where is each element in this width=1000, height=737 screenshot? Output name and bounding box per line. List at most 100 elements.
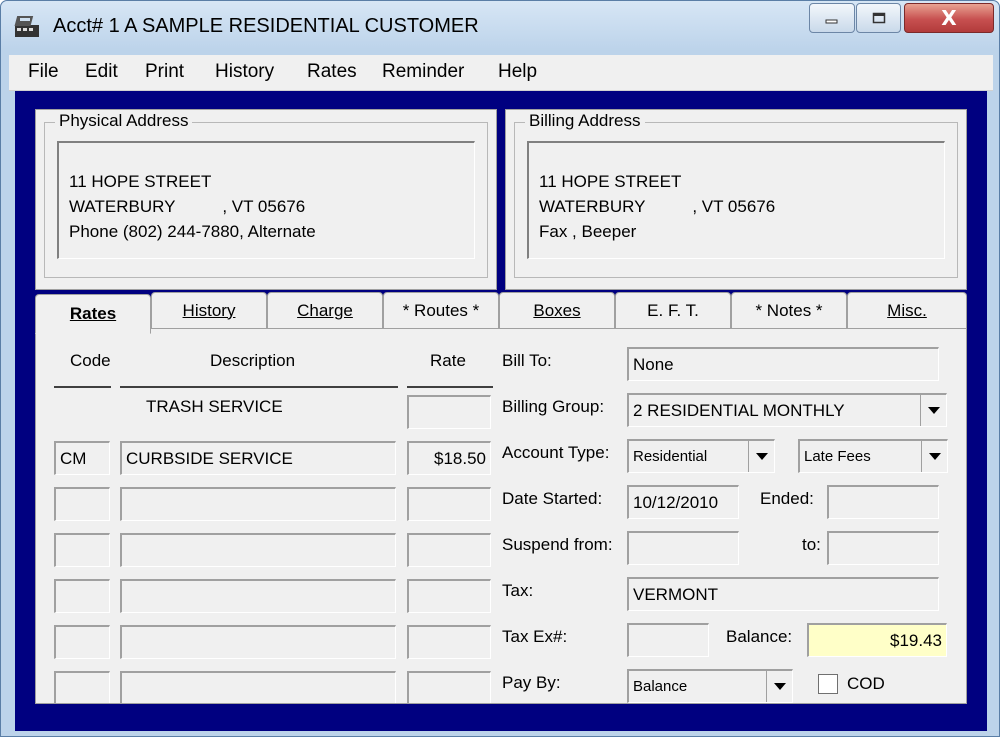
tab-eft-label: E. F. T.: [647, 300, 699, 320]
rate-row-4-description[interactable]: [120, 579, 396, 613]
main-window: Acct# 1 A SAMPLE RESIDENTIAL CUSTOMER X …: [0, 0, 1000, 737]
rate-row-6-description[interactable]: [120, 671, 396, 703]
rate-row-3-description[interactable]: [120, 533, 396, 567]
bottom-border: [15, 719, 987, 731]
pay-by-value: Balance: [633, 678, 688, 695]
rate-row-1-rate[interactable]: $18.50: [407, 441, 491, 475]
tab-charge-label: Charge: [297, 300, 353, 320]
tab-charge[interactable]: Charge: [267, 292, 383, 328]
tab-eft[interactable]: E. F. T.: [615, 292, 731, 328]
pay-by-label: Pay By:: [502, 673, 561, 692]
tab-misc[interactable]: Misc.: [847, 292, 967, 328]
close-icon: X: [941, 6, 957, 30]
rate-row-2-code[interactable]: [54, 487, 110, 521]
physical-address-line3: Phone (802) 244-7880, Alternate: [69, 222, 316, 241]
suspend-to-field[interactable]: [827, 531, 939, 565]
window-title: Acct# 1 A SAMPLE RESIDENTIAL CUSTOMER: [53, 15, 479, 37]
tab-boxes[interactable]: Boxes: [499, 292, 615, 328]
billing-address-box[interactable]: 11 HOPE STREET WATERBURY , VT 05676 Fax …: [527, 141, 945, 259]
balance-field[interactable]: $19.43: [807, 623, 947, 657]
pay-by-select[interactable]: Balance: [627, 669, 793, 703]
tab-notes[interactable]: * Notes *: [731, 292, 847, 328]
cod-label: COD: [847, 674, 885, 693]
minimize-icon: [825, 19, 838, 24]
physical-address-line2: WATERBURY , VT 05676: [69, 197, 306, 216]
rate-row-2-description[interactable]: [120, 487, 396, 521]
rate-header: Rate: [430, 351, 466, 370]
suspend-from-label: Suspend from:: [502, 535, 613, 554]
menu-help[interactable]: Help: [498, 61, 537, 83]
title-bar[interactable]: Acct# 1 A SAMPLE RESIDENTIAL CUSTOMER X: [1, 1, 999, 51]
chevron-down-icon[interactable]: [920, 395, 946, 426]
tax-field[interactable]: VERMONT: [627, 577, 939, 611]
menu-bar: File Edit Print History Rates Reminder H…: [9, 55, 993, 91]
minimize-button[interactable]: [809, 3, 855, 33]
tab-history-label: History: [182, 300, 236, 320]
billing-address-panel: Billing Address 11 HOPE STREET WATERBURY…: [505, 109, 967, 290]
code-header: Code: [70, 351, 111, 370]
menu-history[interactable]: History: [215, 61, 274, 83]
menu-file[interactable]: File: [28, 61, 59, 83]
menu-reminder[interactable]: Reminder: [382, 61, 464, 83]
section-rate-field[interactable]: [407, 395, 491, 429]
tab-rates-label: Rates: [69, 304, 117, 323]
menu-rates[interactable]: Rates: [307, 61, 357, 83]
ended-field[interactable]: [827, 485, 939, 519]
ended-label: Ended:: [760, 489, 814, 508]
rate-row-3-code[interactable]: [54, 533, 110, 567]
rate-row-1-code[interactable]: CM: [54, 441, 110, 475]
maximize-button[interactable]: [856, 3, 901, 33]
account-type-select[interactable]: Residential: [627, 439, 775, 473]
balance-label: Balance:: [726, 627, 793, 646]
maximize-icon: [872, 12, 885, 24]
description-header-rule: [120, 386, 398, 388]
rate-row-3-rate[interactable]: [407, 533, 491, 567]
tab-boxes-label: Boxes: [533, 300, 581, 320]
code-header-rule: [54, 386, 111, 388]
billing-group-value: 2 RESIDENTIAL MONTHLY: [633, 400, 845, 420]
rate-row-2-rate[interactable]: [407, 487, 491, 521]
tab-notes-label: * Notes *: [755, 300, 823, 320]
billing-address-line2: WATERBURY , VT 05676: [539, 197, 776, 216]
billing-address-line1: 11 HOPE STREET: [539, 172, 682, 191]
client-area: Physical Address 11 HOPE STREET WATERBUR…: [15, 91, 987, 731]
chevron-down-icon[interactable]: [766, 671, 792, 702]
date-started-label: Date Started:: [502, 489, 603, 508]
billing-address-group: Billing Address 11 HOPE STREET WATERBURY…: [514, 111, 958, 278]
chevron-down-icon[interactable]: [921, 441, 947, 472]
menu-print[interactable]: Print: [145, 61, 184, 83]
description-header: Description: [210, 351, 296, 370]
late-fees-select[interactable]: Late Fees: [798, 439, 948, 473]
date-started-field[interactable]: 10/12/2010: [627, 485, 739, 519]
chevron-down-icon[interactable]: [748, 441, 774, 472]
rate-row-4-rate[interactable]: [407, 579, 491, 613]
tab-history[interactable]: History: [151, 292, 267, 328]
rate-row-5-description[interactable]: [120, 625, 396, 659]
cash-register-icon: [14, 16, 39, 37]
tax-label: Tax:: [502, 581, 534, 600]
rate-row-6-code[interactable]: [54, 671, 110, 703]
tax-ex-label: Tax Ex#:: [502, 627, 568, 646]
rate-row-6-rate[interactable]: [407, 671, 491, 703]
bill-to-label: Bill To:: [502, 351, 552, 370]
rate-row-5-code[interactable]: [54, 625, 110, 659]
tab-routes[interactable]: * Routes *: [383, 292, 499, 328]
tax-ex-field[interactable]: [627, 623, 709, 657]
billing-address-line3: Fax , Beeper: [539, 222, 637, 241]
suspend-from-field[interactable]: [627, 531, 739, 565]
physical-address-box[interactable]: 11 HOPE STREET WATERBURY , VT 05676 Phon…: [57, 141, 475, 259]
rate-row-4-code[interactable]: [54, 579, 110, 613]
tab-misc-label: Misc.: [887, 300, 927, 320]
tab-rates[interactable]: Rates: [35, 294, 151, 334]
close-button[interactable]: X: [904, 3, 994, 33]
cod-checkbox[interactable]: [818, 674, 838, 694]
billing-group-select[interactable]: 2 RESIDENTIAL MONTHLY: [627, 393, 947, 427]
rate-row-5-rate[interactable]: [407, 625, 491, 659]
rates-tab-panel: Code Description Rate TRASH SERVICE CM C…: [35, 328, 967, 704]
bill-to-field[interactable]: None: [627, 347, 939, 381]
menu-edit[interactable]: Edit: [85, 61, 118, 83]
billing-address-legend: Billing Address: [525, 111, 645, 131]
section-title: TRASH SERVICE: [146, 397, 283, 416]
rate-row-1-description[interactable]: CURBSIDE SERVICE: [120, 441, 396, 475]
billing-group-label: Billing Group:: [502, 397, 605, 416]
